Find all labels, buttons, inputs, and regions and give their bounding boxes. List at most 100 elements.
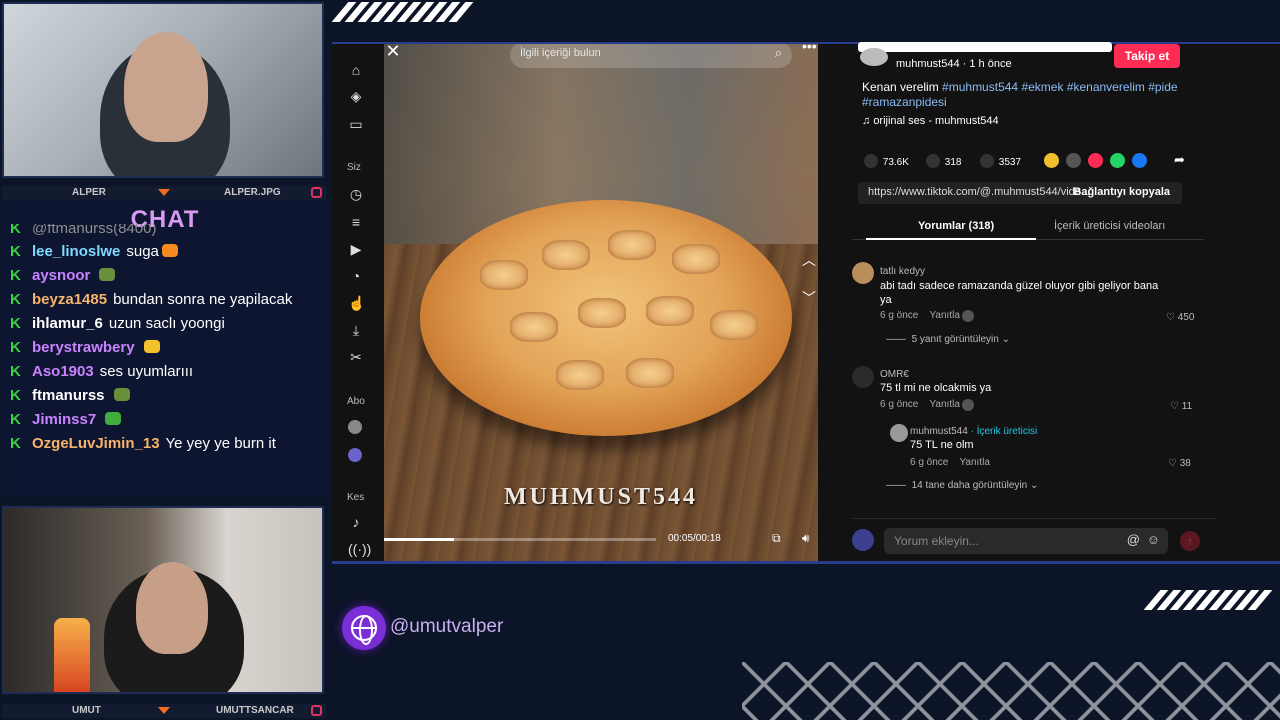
copy-link-button[interactable]: Bağlantıyı kopyala <box>1073 186 1170 198</box>
reaction-icon[interactable] <box>962 310 974 322</box>
music-icon[interactable]: ♪ <box>348 514 364 530</box>
view-replies-label[interactable]: 5 yanıt görüntüleyin <box>912 334 999 345</box>
video-progress-fill <box>384 538 455 541</box>
chat-text: ses uyumlarııı <box>99 363 194 380</box>
kick-badge-icon: K <box>10 243 21 260</box>
pip-icon[interactable]: ⧉ <box>772 531 781 546</box>
view-more[interactable]: —— 14 tane daha görüntüleyin ⌄ <box>886 480 1038 491</box>
video-player[interactable]: MUHMUST544 İlgili içeriği bulun ⌕ ✕ ••• … <box>384 44 818 561</box>
view-more-label[interactable]: 14 tane daha görüntüleyin <box>912 480 1028 491</box>
chat-username[interactable]: berystrawbery <box>32 339 135 356</box>
heart-outline-icon[interactable]: ♡ <box>1170 401 1182 412</box>
scissors-icon[interactable]: ✂ <box>348 349 364 366</box>
heart-outline-icon[interactable]: ♡ <box>1168 458 1180 469</box>
comment-tabs: Yorumlar (318) İçerik üreticisi videolar… <box>852 216 1204 240</box>
sidebar-section-abo: Abo <box>347 396 365 407</box>
reply-button[interactable]: Yanıtla <box>930 310 960 321</box>
live-icon[interactable]: ((·)) <box>348 541 371 557</box>
comment-user[interactable]: tatlı kedyy <box>880 266 925 277</box>
embed-icon[interactable] <box>1044 153 1059 168</box>
reply-button[interactable]: Yanıtla <box>930 399 960 410</box>
hashtag-link[interactable]: #kenanverelim <box>1067 80 1145 94</box>
video-search-input[interactable]: İlgili içeriği bulun ⌕ <box>510 44 792 68</box>
heart-icon[interactable] <box>864 154 878 168</box>
reply-button[interactable]: Yanıtla <box>960 457 990 468</box>
home-icon[interactable]: ⌂ <box>348 62 364 78</box>
commenter-avatar[interactable] <box>852 262 874 284</box>
chat-username[interactable]: ftmanurss <box>32 387 105 404</box>
close-icon[interactable]: ✕ <box>384 44 402 62</box>
hashtag-link[interactable]: #ekmek <box>1021 80 1063 94</box>
comment-user[interactable]: OMR€ <box>880 369 909 380</box>
history-icon[interactable]: ◷ <box>348 186 364 203</box>
following-icon[interactable]: ▭ <box>348 116 364 133</box>
reaction-icon[interactable] <box>962 399 974 411</box>
chat-username[interactable]: OzgeLuvJimin_13 <box>32 435 160 452</box>
explore-icon[interactable]: ◈ <box>348 88 364 105</box>
chat-username[interactable]: ihlamur_6 <box>32 315 103 332</box>
webcam-top-handle: ALPER.JPG <box>224 187 281 198</box>
chat-username[interactable]: beyza1485 <box>32 291 107 308</box>
search-icon[interactable]: ⌕ <box>775 45 782 61</box>
comment-like[interactable]: ♡ 11 <box>1170 401 1192 412</box>
save-count[interactable]: 3537 <box>980 154 1021 168</box>
sound-line[interactable]: ♫ orijinal ses - muhmust544 <box>862 115 999 127</box>
sound-name[interactable]: orijinal ses - muhmust544 <box>873 115 998 127</box>
emoji-icon[interactable]: ☺ <box>1147 532 1160 547</box>
chat-username[interactable]: Jiminss7 <box>32 411 96 428</box>
video-time: 00:05/00:18 <box>668 533 721 544</box>
reply-like-count: 38 <box>1179 458 1191 469</box>
volume-icon[interactable]: 🔊︎ <box>802 531 810 546</box>
bookmark-icon[interactable] <box>980 154 994 168</box>
like-icon[interactable]: ☝ <box>348 295 365 312</box>
reply-like[interactable]: ♡ 38 <box>1168 458 1191 469</box>
chat-username[interactable]: aysnoor <box>32 267 90 284</box>
webcam-top <box>2 2 324 178</box>
follow-button[interactable]: Takip et <box>1114 44 1180 68</box>
tab-comments[interactable]: Yorumlar (318) <box>918 220 994 232</box>
author-avatar[interactable] <box>860 48 888 66</box>
view-replies[interactable]: —— 5 yanıt görüntüleyin ⌄ <box>886 334 1010 345</box>
comment-input[interactable]: Yorum ekleyin... @ ☺ <box>884 528 1168 554</box>
link-box[interactable]: https://www.tiktok.com/@.muhmust544/vide… <box>858 182 1182 204</box>
stream-overlay: ALPER ALPER.JPG CHAT K @ftmanurss(8400) K… <box>0 0 1280 720</box>
download-icon[interactable]: ⤓ <box>348 322 364 339</box>
tab-creator-videos[interactable]: İçerik üreticisi videoları <box>1054 220 1165 232</box>
webcam-bottom-name: UMUT <box>72 705 101 716</box>
kick-badge-icon: K <box>10 339 21 356</box>
reply-avatar[interactable] <box>890 424 908 442</box>
share-red-icon[interactable] <box>1088 153 1103 168</box>
author-line[interactable]: muhmust544 · 1 h önce <box>896 58 1012 70</box>
video-progress-bar[interactable] <box>384 538 656 541</box>
hashtag-link[interactable]: #ramazanpidesi <box>862 95 947 109</box>
kick-badge-icon: K <box>10 411 21 428</box>
subscription-avatar[interactable] <box>348 420 362 434</box>
code-icon[interactable] <box>1066 153 1081 168</box>
like-count[interactable]: 73.6K <box>864 154 909 168</box>
chat-username[interactable]: Aso1903 <box>32 363 94 380</box>
reply-text: 75 TL ne olm <box>910 439 974 451</box>
facebook-icon[interactable] <box>1132 153 1147 168</box>
clock-icon[interactable]: ◔ <box>348 268 364 284</box>
mention-icon[interactable]: @ <box>1127 532 1140 547</box>
reply-meta: 6 g önce Yanıtla <box>910 457 990 468</box>
comment-text: abi tadı sadece ramazanda güzel oluyor g… <box>880 280 1159 306</box>
commenter-avatar[interactable] <box>852 366 874 388</box>
playlist-icon[interactable]: ≡ <box>348 214 364 230</box>
chevron-down-icon[interactable]: ﹀ <box>802 288 816 308</box>
hashtag-link[interactable]: #muhmust544 <box>942 80 1018 94</box>
chat-username[interactable]: lee_linoslwe <box>32 243 120 260</box>
reply-user[interactable]: muhmust544 <box>910 426 968 437</box>
heart-outline-icon[interactable]: ♡ <box>1166 312 1178 323</box>
video-icon[interactable]: ▶ <box>348 241 364 258</box>
whatsapp-icon[interactable] <box>1110 153 1125 168</box>
comment-like[interactable]: ♡ 450 <box>1166 312 1194 323</box>
send-arrow-icon[interactable]: ↑ <box>1180 531 1200 551</box>
comment-count[interactable]: 318 <box>926 154 961 168</box>
hashtag-link[interactable]: #pide <box>1148 80 1177 94</box>
more-options-icon[interactable]: ••• <box>802 44 817 54</box>
chevron-up-icon[interactable]: ︿ <box>802 250 816 270</box>
subscription-avatar[interactable] <box>348 448 362 462</box>
share-arrow-icon[interactable]: ➦ <box>1174 152 1185 168</box>
comment-icon[interactable] <box>926 154 940 168</box>
